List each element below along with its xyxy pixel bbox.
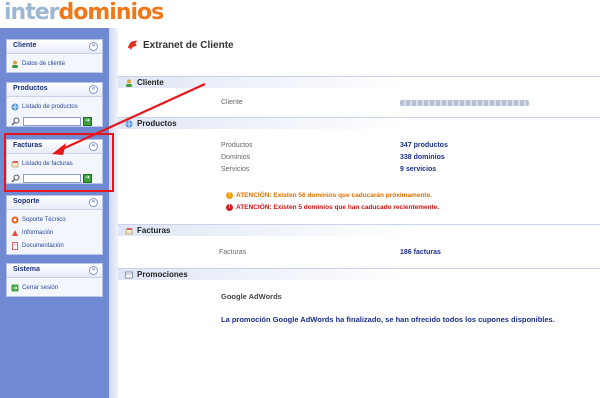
section-title: Promociones (137, 270, 188, 279)
sidebar-item-listado-productos[interactable]: Listado de productos (11, 101, 98, 113)
dominios-label: Dominios (221, 154, 251, 161)
collapse-icon[interactable]: « (89, 42, 98, 51)
invoice-icon (125, 228, 133, 235)
panel-soporte-title: Soporte (13, 198, 40, 205)
info-icon (12, 230, 18, 236)
network-icon (11, 103, 19, 111)
promo-icon (125, 271, 133, 279)
warning-icon: ! (226, 192, 233, 199)
sidebar-shadow (109, 28, 118, 398)
facturas-value[interactable]: 186 facturas (400, 249, 441, 256)
collapse-icon[interactable]: « (89, 198, 98, 207)
panel-productos-title: Productos (13, 85, 48, 92)
sidebar-item-soporte-tecnico[interactable]: Soporte Técnico (11, 214, 98, 226)
user-icon (12, 60, 18, 68)
sidebar-item-label: Soporte Técnico (22, 217, 66, 223)
error-icon: ! (226, 204, 233, 211)
sidebar-item-documentacion[interactable]: Documentación (11, 240, 98, 252)
facturas-label: Facturas (219, 249, 247, 256)
panel-cliente: Cliente « Datos de cliente (6, 39, 103, 73)
panel-soporte-header: Soporte « (7, 196, 102, 210)
page-title: Extranet de Cliente (143, 40, 234, 51)
logout-icon (11, 284, 19, 292)
collapse-icon[interactable]: « (89, 85, 98, 94)
logo-part-dominios: dominios (58, 0, 165, 25)
sidebar-item-label: Datos de cliente (22, 61, 66, 67)
search-icon (11, 117, 20, 126)
section-promociones-header: Promociones (118, 268, 600, 280)
section-title: Facturas (137, 226, 171, 235)
document-icon (12, 242, 18, 250)
dragon-logo-icon (128, 40, 138, 50)
annotation-highlight-box (4, 133, 114, 192)
productos-search-input[interactable] (23, 117, 81, 126)
dominios-value[interactable]: 338 dominios (400, 154, 445, 161)
productos-label: Productos (221, 142, 253, 149)
sidebar-item-label: Listado de productos (22, 104, 78, 110)
promo-text: La promoción Google AdWords ha finalizad… (221, 315, 555, 324)
main-header: Extranet de Cliente (123, 36, 600, 58)
panel-productos-header: Productos « (7, 83, 102, 97)
user-icon (126, 79, 132, 87)
top-bar: interdominios (0, 0, 600, 28)
collapse-icon[interactable]: « (89, 266, 98, 275)
cliente-label: Cliente (221, 99, 243, 106)
network-icon (125, 120, 133, 128)
panel-soporte: Soporte « Soporte Técnico Información Do… (6, 195, 103, 255)
sidebar-item-informacion[interactable]: Información (11, 227, 98, 239)
cliente-name-redacted (400, 100, 529, 106)
section-productos-header: Productos (118, 117, 600, 129)
servicios-label: Servicios (221, 166, 250, 173)
sidebar-item-cerrar-sesion[interactable]: Cerrar sesión (11, 282, 98, 294)
alert-text: ATENCIÓN: Existen 56 dominios que caduca… (236, 192, 433, 199)
logo-part-inter: inter (4, 0, 59, 25)
search-go-button[interactable]: ➔ (83, 117, 92, 126)
section-title: Productos (137, 119, 177, 128)
section-cliente-header: Cliente (118, 76, 600, 88)
promo-title: Google AdWords (221, 292, 282, 301)
panel-cliente-title: Cliente (13, 42, 37, 49)
panel-sistema-header: Sistema « (7, 264, 102, 278)
interdominios-logo[interactable]: interdominios (4, 0, 165, 25)
section-title: Cliente (137, 78, 164, 87)
panel-sistema: Sistema « Cerrar sesión (6, 263, 103, 297)
sidebar-item-label: Información (22, 230, 54, 236)
section-facturas-header: Facturas (118, 224, 600, 236)
panel-sistema-title: Sistema (13, 266, 40, 273)
support-icon (11, 216, 19, 224)
productos-search-row: ➔ (11, 116, 98, 127)
servicios-value[interactable]: 9 servicios (400, 166, 436, 173)
sidebar-item-label: Documentación (22, 243, 64, 249)
error-alert[interactable]: ! ATENCIÓN: Existen 5 dominios que han c… (226, 204, 439, 211)
panel-cliente-header: Cliente « (7, 40, 102, 54)
warning-alert[interactable]: ! ATENCIÓN: Existen 56 dominios que cadu… (226, 192, 432, 199)
sidebar-item-label: Cerrar sesión (22, 285, 59, 291)
panel-productos: Productos « Listado de productos ➔ (6, 82, 103, 127)
sidebar-item-datos-cliente[interactable]: Datos de cliente (11, 58, 98, 70)
productos-value[interactable]: 347 productos (400, 142, 448, 149)
alert-text: ATENCIÓN: Existen 5 dominios que han cad… (236, 204, 440, 211)
